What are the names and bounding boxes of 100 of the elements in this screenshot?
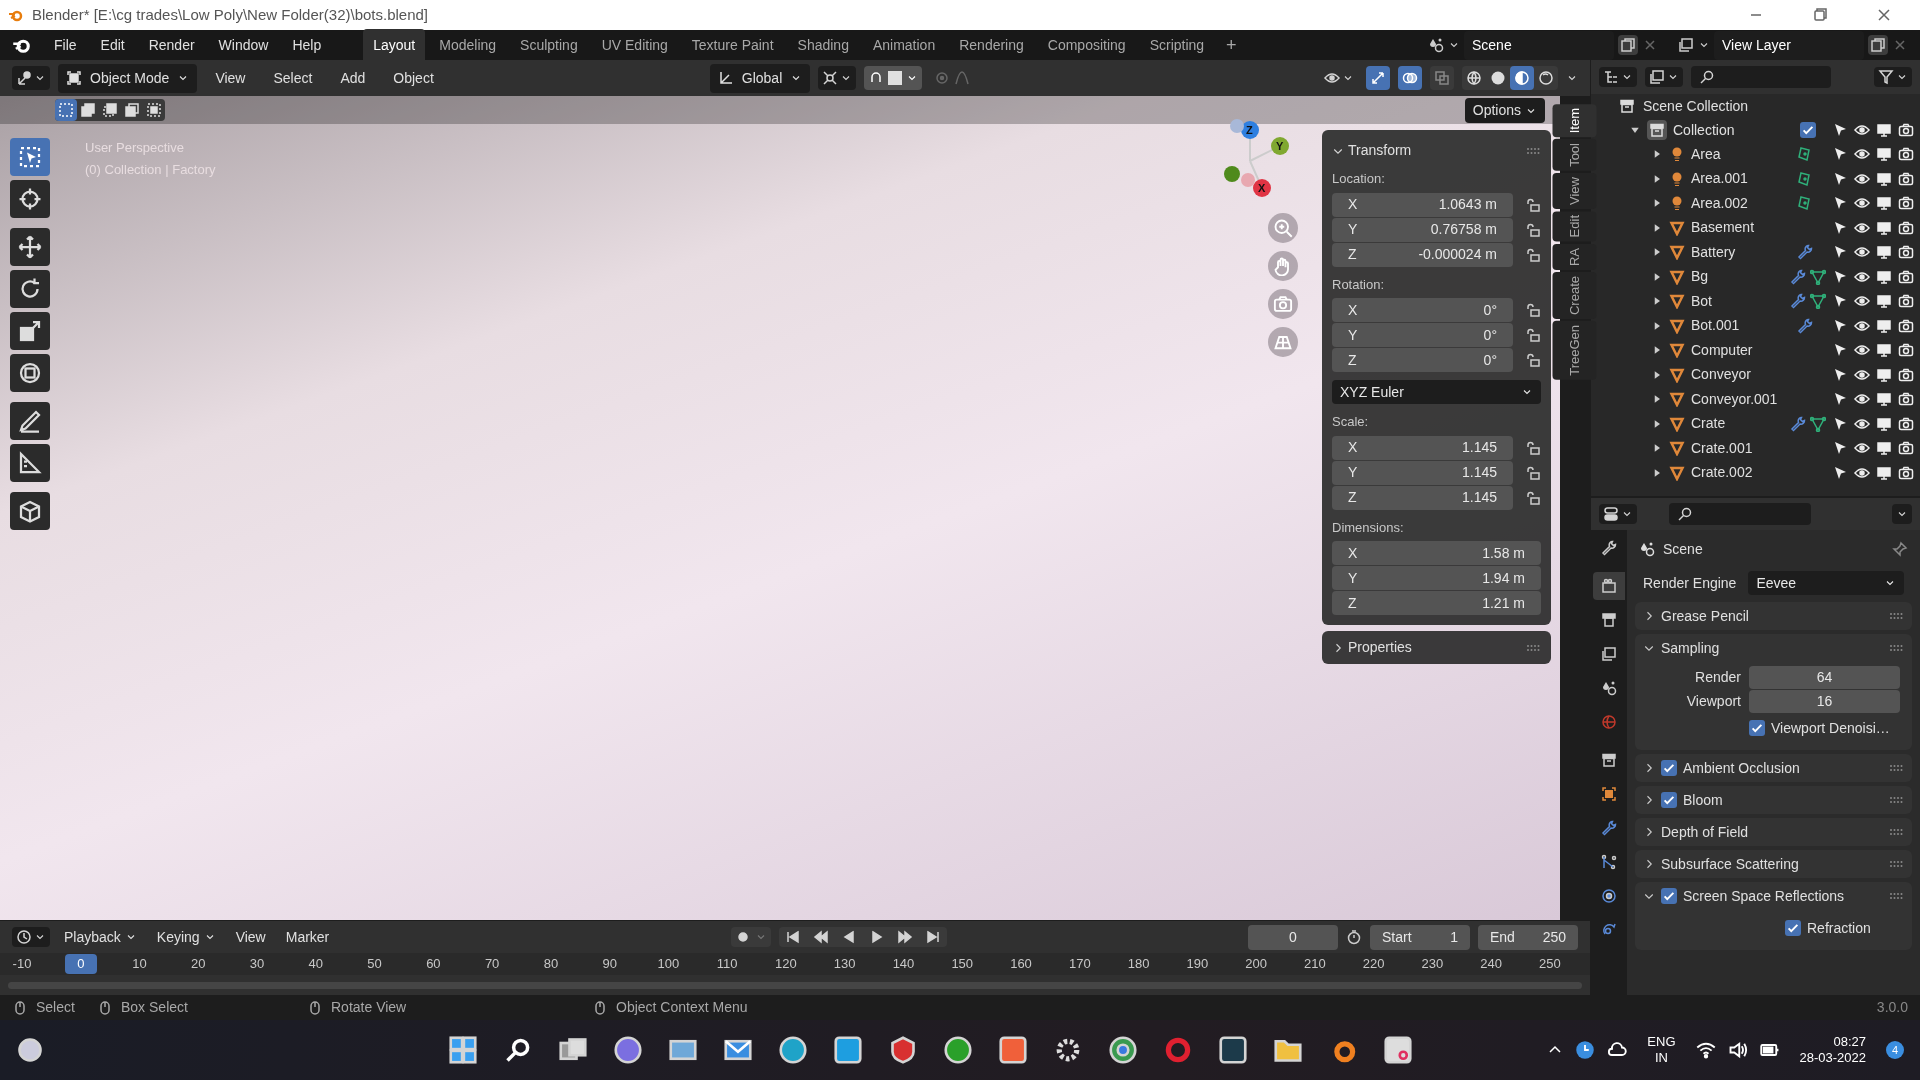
frame-number: 110 (715, 955, 739, 974)
group-label: Dimensions: (1332, 518, 1405, 537)
number-field[interactable]: Z -0.000024 m (1332, 242, 1513, 267)
outliner-item[interactable]: Battery (1691, 241, 1791, 263)
checkbox-label: Viewport Denoisi… (1771, 718, 1890, 738)
outliner-item[interactable]: Collection (1673, 119, 1794, 141)
frame-number: 220 (1361, 955, 1386, 974)
options-dropdown[interactable]: Options (1464, 98, 1545, 123)
outliner-item[interactable]: Basement (1691, 217, 1791, 239)
scene-field[interactable]: Scene (1464, 30, 1614, 60)
frame-number: 120 (774, 955, 798, 974)
panel-title[interactable]: Grease Pencil (1661, 605, 1882, 627)
status-hint: Rotate View (331, 998, 407, 1017)
number-field[interactable]: Y 0° (1332, 323, 1513, 347)
sidebar-tab[interactable]: RA (1553, 243, 1597, 270)
field-label: Render Engine (1643, 573, 1737, 593)
workspace-tab[interactable]: Rendering (949, 28, 1034, 62)
outliner-item[interactable]: Area.001 (1691, 168, 1791, 190)
number-field[interactable]: Y 1.145 (1332, 460, 1513, 485)
menu-item[interactable]: View (229, 926, 272, 948)
menu-item[interactable]: Playback (58, 926, 143, 948)
workspace-tab[interactable]: Shading (787, 28, 859, 62)
outliner-item[interactable]: Scene Collection (1643, 95, 1749, 117)
number-field[interactable]: 16 (1749, 690, 1900, 713)
properties-panel[interactable]: Properties (1322, 631, 1551, 664)
workspace-tab[interactable]: Scripting (1139, 28, 1215, 62)
frame-number: 210 (1303, 955, 1327, 974)
menu-item[interactable]: Object (383, 67, 444, 89)
sidebar-tab[interactable]: View (1553, 173, 1597, 210)
sidebar-tab[interactable]: Create (1553, 271, 1597, 319)
menu-item[interactable]: Render (138, 30, 205, 60)
number-field[interactable]: Z 0° (1332, 348, 1513, 372)
sidebar-tab[interactable]: Tool (1553, 139, 1597, 172)
window-title: Blender* [E:\cg trades\Low Poly\New Folder(32)\bots.blend] (32, 4, 429, 25)
frame-number: 190 (1185, 955, 1210, 974)
menu-item[interactable]: Help (282, 30, 332, 60)
panel-title[interactable]: Depth of Field (1661, 821, 1882, 843)
frame-number: 150 (950, 955, 975, 974)
number-field[interactable]: X 1.145 (1332, 435, 1513, 460)
menu-item[interactable]: Edit (90, 30, 135, 60)
number-field[interactable]: Z 1.145 (1332, 485, 1513, 510)
add-workspace-button[interactable]: + (1218, 31, 1245, 59)
frame-number: 170 (1067, 955, 1092, 974)
frame-number: 10 (131, 955, 148, 974)
menu-item[interactable]: Marker (279, 926, 336, 948)
panel-title[interactable]: Bloom (1683, 789, 1882, 811)
sidebar-tab[interactable]: TreeGen (1553, 320, 1597, 380)
menu-item[interactable]: File (44, 30, 87, 60)
frame-number: 30 (248, 955, 266, 974)
number-field[interactable]: X 0° (1332, 298, 1513, 322)
mode-dropdown[interactable]: Object Mode (58, 63, 198, 93)
view-layer-field[interactable]: View Layer (1714, 30, 1864, 60)
menu-item[interactable]: Select (263, 67, 323, 89)
menu-item[interactable]: View (205, 67, 256, 89)
panel-title[interactable]: Ambient Occlusion (1683, 757, 1882, 779)
workspace-tab[interactable]: UV Editing (591, 28, 678, 62)
panel-title[interactable]: Screen Space Reflections (1683, 885, 1882, 907)
outliner-item[interactable]: Area (1691, 143, 1791, 165)
workspace-tab[interactable]: Texture Paint (681, 28, 784, 62)
outliner-item[interactable]: Bot (1691, 290, 1784, 312)
number-field[interactable]: 64 (1749, 666, 1900, 689)
end-frame-field[interactable]: End 250 (1478, 924, 1578, 950)
menu-item[interactable]: Window (208, 30, 279, 60)
render-engine-dropdown[interactable]: Eevee (1748, 571, 1904, 595)
outliner-item[interactable]: Computer (1691, 339, 1791, 361)
menu-item[interactable]: Keying (150, 926, 222, 948)
frame-number: 130 (832, 955, 857, 974)
clock[interactable]: 08:27 28-03-2022 (1799, 1033, 1866, 1067)
frame-number: 200 (1244, 955, 1268, 974)
number-field[interactable]: Y 0.76758 m (1332, 217, 1513, 242)
start-frame-field[interactable]: Start 1 (1370, 924, 1470, 950)
frame-number: 20 (190, 955, 207, 974)
current-frame-field[interactable]: 0 (1248, 924, 1338, 950)
sidebar-tab[interactable]: Edit (1553, 211, 1597, 242)
outliner-item[interactable]: Bot.001 (1691, 315, 1791, 337)
outliner-item[interactable]: Conveyor (1691, 364, 1791, 386)
number-field[interactable]: Y 1.94 m (1332, 566, 1541, 590)
outliner-item[interactable]: Conveyor.001 (1691, 388, 1791, 410)
rotation-mode-dropdown[interactable]: XYZ Euler (1332, 380, 1541, 404)
workspace-tab[interactable]: Compositing (1037, 28, 1136, 62)
outliner-item[interactable]: Crate.001 (1691, 437, 1791, 459)
frame-number: 80 (542, 955, 560, 974)
orientation-dropdown[interactable]: Global (709, 63, 811, 93)
sidebar-tab[interactable]: Item (1553, 104, 1597, 138)
outliner-item[interactable]: Crate (1691, 413, 1784, 435)
panel-title[interactable]: Subsurface Scattering (1661, 853, 1882, 875)
outliner-item[interactable]: Crate.002 (1691, 462, 1791, 484)
workspace-tab[interactable]: Modeling (429, 28, 507, 62)
number-field[interactable]: X 1.0643 m (1332, 192, 1513, 217)
panel-title[interactable]: Transform (1348, 140, 1521, 161)
outliner-item[interactable]: Bg (1691, 266, 1784, 288)
number-field[interactable]: Z 1.21 m (1332, 591, 1541, 615)
workspace-tab[interactable]: Sculpting (510, 28, 588, 62)
axis-label: X (1258, 183, 1266, 194)
language-indicator[interactable]: ENG IN (1647, 1033, 1676, 1067)
outliner-item[interactable]: Area.002 (1691, 192, 1791, 214)
menu-item[interactable]: Add (330, 67, 376, 89)
panel-title[interactable]: Sampling (1661, 637, 1882, 659)
number-field[interactable]: X 1.58 m (1332, 541, 1541, 565)
workspace-tab[interactable]: Animation (862, 28, 946, 62)
